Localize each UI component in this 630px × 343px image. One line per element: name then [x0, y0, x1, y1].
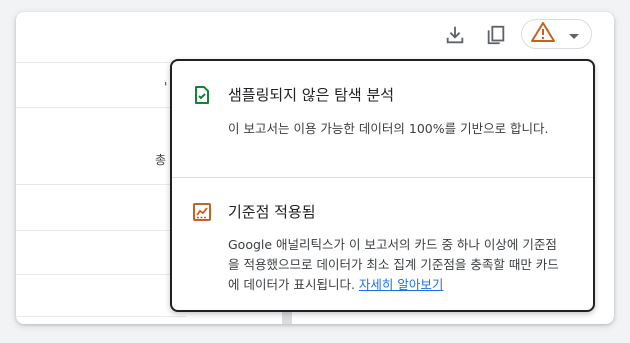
warning-icon: [530, 21, 556, 47]
caret-down-icon: [569, 25, 579, 44]
report-status-popup: 샘플링되지 않은 탐색 분석 이 보고서는 이용 가능한 데이터의 100%를 …: [170, 59, 595, 312]
scrollbar-thumb[interactable]: [282, 312, 292, 324]
table-divider: [16, 107, 186, 108]
sampling-title: 샘플링되지 않은 탐색 분석: [228, 86, 395, 104]
sampling-description: 이 보고서는 이용 가능한 데이터의 100%를 기반으로 합니다.: [228, 121, 549, 136]
table-divider: [16, 230, 186, 231]
threshold-title: 기준점 적용됨: [228, 203, 316, 221]
sampling-section: 샘플링되지 않은 탐색 분석 이 보고서는 이용 가능한 데이터의 100%를 …: [172, 61, 593, 177]
learn-more-link[interactable]: 자세히 알아보기: [359, 277, 443, 292]
column-header-fragment: ': [164, 80, 168, 94]
table-divider: [16, 62, 186, 63]
section-divider: [172, 177, 593, 178]
threshold-description: Google 애널리틱스가 이 보고서의 카드 중 하나 이상에 기준점을 적용…: [228, 235, 568, 295]
report-panel: ' 총 샘플링되지 않은 탐색 분석 이 보고서는 이용 가능한 데이터의 10…: [16, 12, 614, 324]
table-divider: [16, 184, 186, 185]
table-divider: [16, 316, 186, 317]
threshold-chart-icon: [192, 202, 212, 222]
warning-chip-button[interactable]: [521, 19, 592, 49]
checked-document-icon: [192, 85, 212, 105]
row-label-fragment: 총: [155, 153, 167, 167]
copy-icon[interactable]: [483, 22, 509, 48]
download-icon[interactable]: [442, 22, 468, 48]
threshold-section: 기준점 적용됨 Google 애널리틱스가 이 보고서의 카드 중 하나 이상에…: [172, 179, 593, 312]
table-divider: [16, 274, 186, 275]
